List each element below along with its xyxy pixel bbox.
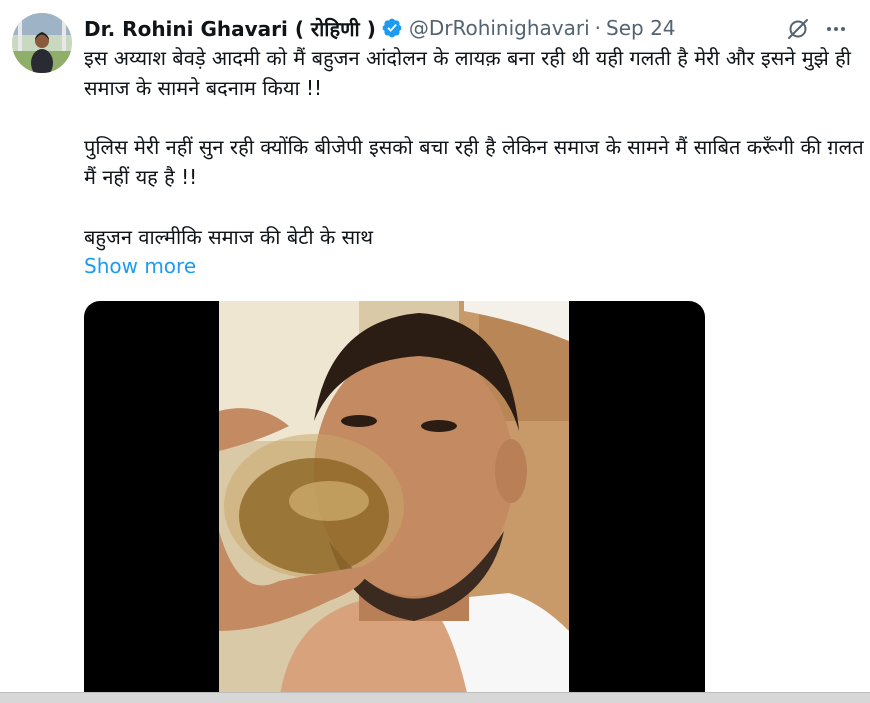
tweet-video[interactable] (84, 301, 705, 702)
author-name[interactable]: Dr. Rohini Ghavari ( रोहिणी ) (84, 15, 376, 42)
tweet-date[interactable]: Sep 24 (606, 16, 676, 40)
bottom-scroll-edge (0, 692, 870, 703)
tweet-paragraph: बहुजन वाल्मीकि समाज की बेटी के साथ (84, 225, 374, 249)
header-separator: · (594, 16, 602, 40)
tweet-header: Dr. Rohini Ghavari ( रोहिणी ) @DrRohinig… (84, 14, 676, 42)
verified-badge-icon (381, 17, 403, 39)
grok-icon[interactable] (783, 14, 813, 44)
author-avatar[interactable] (12, 13, 72, 73)
tweet-paragraph: इस अय्याश बेवड़े आदमी को मैं बहुजन आंदोल… (84, 46, 851, 100)
author-handle[interactable]: @DrRohinighavari (409, 16, 590, 40)
more-options-icon[interactable] (821, 14, 851, 44)
video-frame (219, 301, 569, 702)
show-more-link[interactable]: Show more (84, 254, 196, 278)
tweet-paragraph: पुलिस मेरी नहीं सुन रही क्योंकि बीजेपी इ… (84, 135, 864, 189)
avatar-image (12, 13, 72, 73)
